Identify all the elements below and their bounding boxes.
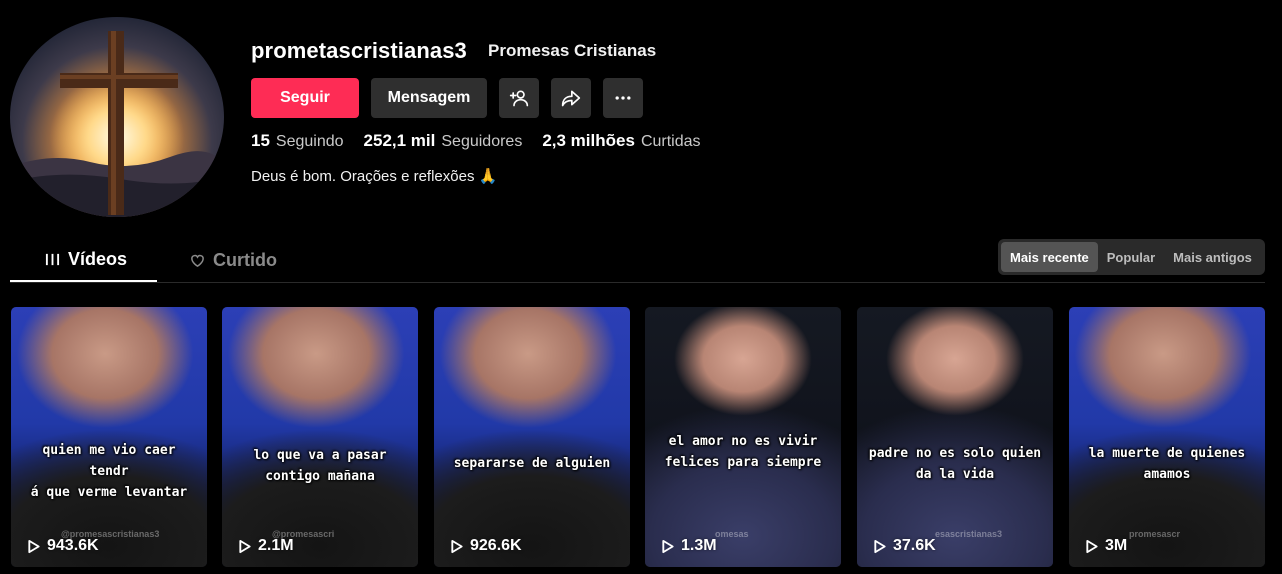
video-thumbnail — [11, 307, 207, 567]
play-icon — [28, 539, 40, 553]
likes-label: Curtidas — [640, 133, 701, 150]
view-count: 37.6K — [893, 537, 936, 554]
video-watermark: omesas — [715, 529, 749, 539]
liked-heart-icon — [191, 254, 204, 267]
followers-label: Seguidores — [441, 133, 523, 150]
video-watermark: esascristianas3 — [935, 529, 1003, 539]
view-count: 1.3M — [681, 537, 717, 554]
play-icon — [874, 539, 886, 553]
view-count: 943.6K — [47, 537, 99, 554]
view-count: 2.1M — [258, 537, 294, 554]
video-grid: quien me vio caer tendr á que verme leva… — [11, 307, 1266, 567]
view-count: 3M — [1105, 537, 1128, 554]
share-button[interactable] — [551, 78, 591, 118]
tab-videos[interactable]: Vídeos — [10, 238, 157, 282]
videos-grid-icon — [45, 253, 60, 265]
more-options-button[interactable] — [603, 78, 643, 118]
add-friend-button[interactable] — [499, 78, 539, 118]
tab-videos-label: Vídeos — [68, 248, 128, 269]
play-icon — [239, 539, 251, 553]
sort-option-popular[interactable]: Popular — [1098, 242, 1164, 272]
following-label: Seguindo — [275, 133, 344, 150]
video-views: 1.3M — [661, 537, 717, 555]
cross-sunset-avatar — [10, 17, 224, 217]
sort-option-recent[interactable]: Mais recente — [1001, 242, 1098, 272]
video-card[interactable]: separarse de alguien 926.6K — [434, 307, 630, 567]
likes-count: 2,3 milhões — [542, 131, 635, 150]
video-card[interactable]: padre no es solo quien da la vida esascr… — [857, 307, 1053, 567]
video-caption: lo que va a pasar contigo mañana — [253, 448, 387, 484]
video-views: 3M — [1085, 537, 1127, 555]
profile-page: prometascristianas3 Promesas Cristianas … — [0, 0, 1282, 574]
sort-segmented-control: Mais recente Popular Mais antigos — [998, 239, 1265, 275]
play-icon — [451, 539, 463, 553]
video-thumbnail — [1069, 307, 1265, 567]
view-count: 926.6K — [470, 537, 522, 554]
video-caption: quien me vio caer tendr á que verme leva… — [30, 443, 188, 500]
profile-stats: 15 Seguindo 252,1 mil Seguidores 2,3 mil… — [251, 131, 721, 151]
more-icon — [615, 96, 631, 100]
video-thumbnail — [857, 307, 1053, 567]
video-caption: el amor no es vivir felices para siempre — [664, 434, 822, 470]
video-views: 943.6K — [27, 537, 99, 555]
video-watermark: promesascr — [1129, 529, 1181, 539]
video-views: 37.6K — [873, 537, 936, 555]
video-caption: separarse de alguien — [453, 456, 611, 471]
tab-liked-label: Curtido — [213, 249, 277, 270]
sort-option-oldest[interactable]: Mais antigos — [1164, 242, 1261, 272]
video-card[interactable]: el amor no es vivir felices para siempre… — [645, 307, 841, 567]
following-count: 15 — [251, 131, 270, 150]
profile-bio: Deus é bom. Orações e reflexões 🙏 — [251, 168, 498, 185]
followers-stat[interactable]: 252,1 mil Seguidores — [364, 131, 523, 151]
message-button[interactable]: Mensagem — [371, 78, 487, 118]
play-icon — [662, 539, 674, 553]
video-caption: padre no es solo quien da la vida — [868, 446, 1042, 482]
video-card[interactable]: quien me vio caer tendr á que verme leva… — [11, 307, 207, 567]
video-thumbnail — [222, 307, 418, 567]
add-user-icon — [509, 90, 529, 107]
followers-count: 252,1 mil — [363, 131, 436, 150]
video-caption: la muerte de quienes amamos — [1088, 446, 1246, 482]
video-views: 2.1M — [238, 537, 294, 555]
tab-liked[interactable]: Curtido — [190, 238, 277, 282]
likes-stat: 2,3 milhões Curtidas — [542, 131, 700, 151]
video-thumbnail — [434, 307, 630, 567]
play-icon — [1086, 539, 1098, 553]
profile-avatar[interactable] — [10, 17, 224, 217]
profile-username: prometascristianas3 — [251, 38, 467, 63]
profile-display-name: Promesas Cristianas — [488, 41, 657, 60]
share-icon — [561, 90, 581, 107]
video-card[interactable]: lo que va a pasar contigo mañana @promes… — [222, 307, 418, 567]
video-views: 926.6K — [450, 537, 522, 555]
following-stat[interactable]: 15 Seguindo — [251, 131, 344, 151]
follow-button[interactable]: Seguir — [251, 78, 359, 118]
video-card[interactable]: la muerte de quienes amamos promesascr 3… — [1069, 307, 1265, 567]
